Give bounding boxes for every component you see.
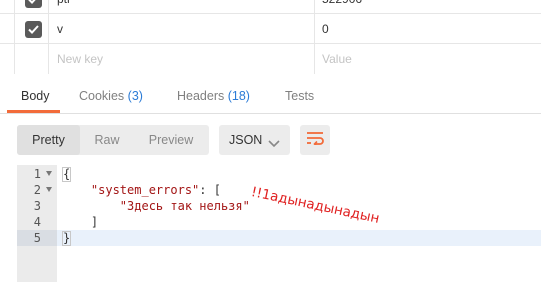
tab-tests[interactable]: Tests [285, 89, 314, 103]
param-checkbox[interactable] [25, 0, 42, 8]
param-value[interactable]: 0 [322, 22, 329, 36]
wrap-lines-button[interactable] [300, 125, 330, 155]
matched-brace: { [62, 167, 72, 182]
param-row-new: New key Value [0, 44, 541, 74]
fold-arrow-icon[interactable] [46, 171, 52, 176]
code-line: 4 ] [17, 214, 541, 230]
json-key: "system_errors" [90, 183, 200, 197]
tab-cookies[interactable]: Cookies (3) [79, 89, 143, 103]
code-line: 1 { [17, 166, 541, 182]
tab-count: (18) [227, 89, 250, 103]
new-value-input[interactable]: Value [322, 52, 352, 66]
new-key-input[interactable]: New key [57, 52, 103, 66]
json-punct: ] [90, 215, 99, 229]
param-value[interactable]: 522906 [322, 0, 362, 6]
code-line-active: 5 } [17, 230, 541, 246]
format-select[interactable]: JSON [219, 125, 290, 155]
params-table: ptr 522906 v 0 New key Value [0, 0, 541, 74]
json-string: "Здесь так нельзя" [119, 199, 250, 213]
wrap-lines-icon [306, 131, 324, 150]
response-tabs: Body Cookies (3) Headers (18) Tests [0, 76, 541, 114]
param-row: v 0 [0, 14, 541, 44]
fold-arrow-icon[interactable] [46, 187, 52, 192]
format-label: JSON [229, 133, 263, 147]
response-panel: ptr 522906 v 0 New key Value Body Cookie… [0, 0, 541, 282]
param-key[interactable]: ptr [57, 0, 71, 6]
raw-button[interactable]: Raw [87, 125, 127, 155]
pretty-button[interactable]: Pretty [17, 125, 80, 155]
view-mode-toggle: Pretty Raw Preview [17, 125, 209, 155]
tab-body[interactable]: Body [21, 89, 50, 103]
param-key[interactable]: v [57, 22, 63, 36]
active-tab-indicator [7, 110, 60, 113]
tab-headers[interactable]: Headers (18) [177, 89, 250, 103]
chevron-down-icon [268, 135, 280, 153]
tab-count: (3) [127, 89, 143, 103]
line-number: 3 [33, 199, 41, 213]
json-punct: : [ [199, 183, 221, 197]
tab-label: Tests [285, 89, 315, 103]
matched-brace: } [62, 231, 72, 246]
param-row: ptr 522906 [0, 0, 541, 14]
tab-label: Headers [177, 89, 225, 103]
line-number: 1 [33, 167, 41, 181]
line-number: 2 [33, 183, 41, 197]
response-body-editor[interactable]: 1 { 2 "system_errors": [ 3 "Здесь так не… [17, 165, 541, 282]
preview-button[interactable]: Preview [143, 125, 199, 155]
param-checkbox[interactable] [25, 21, 42, 38]
tab-label: Body [21, 89, 50, 103]
line-number: 5 [33, 231, 41, 245]
tab-label: Cookies [79, 89, 125, 103]
line-number: 4 [33, 215, 41, 229]
